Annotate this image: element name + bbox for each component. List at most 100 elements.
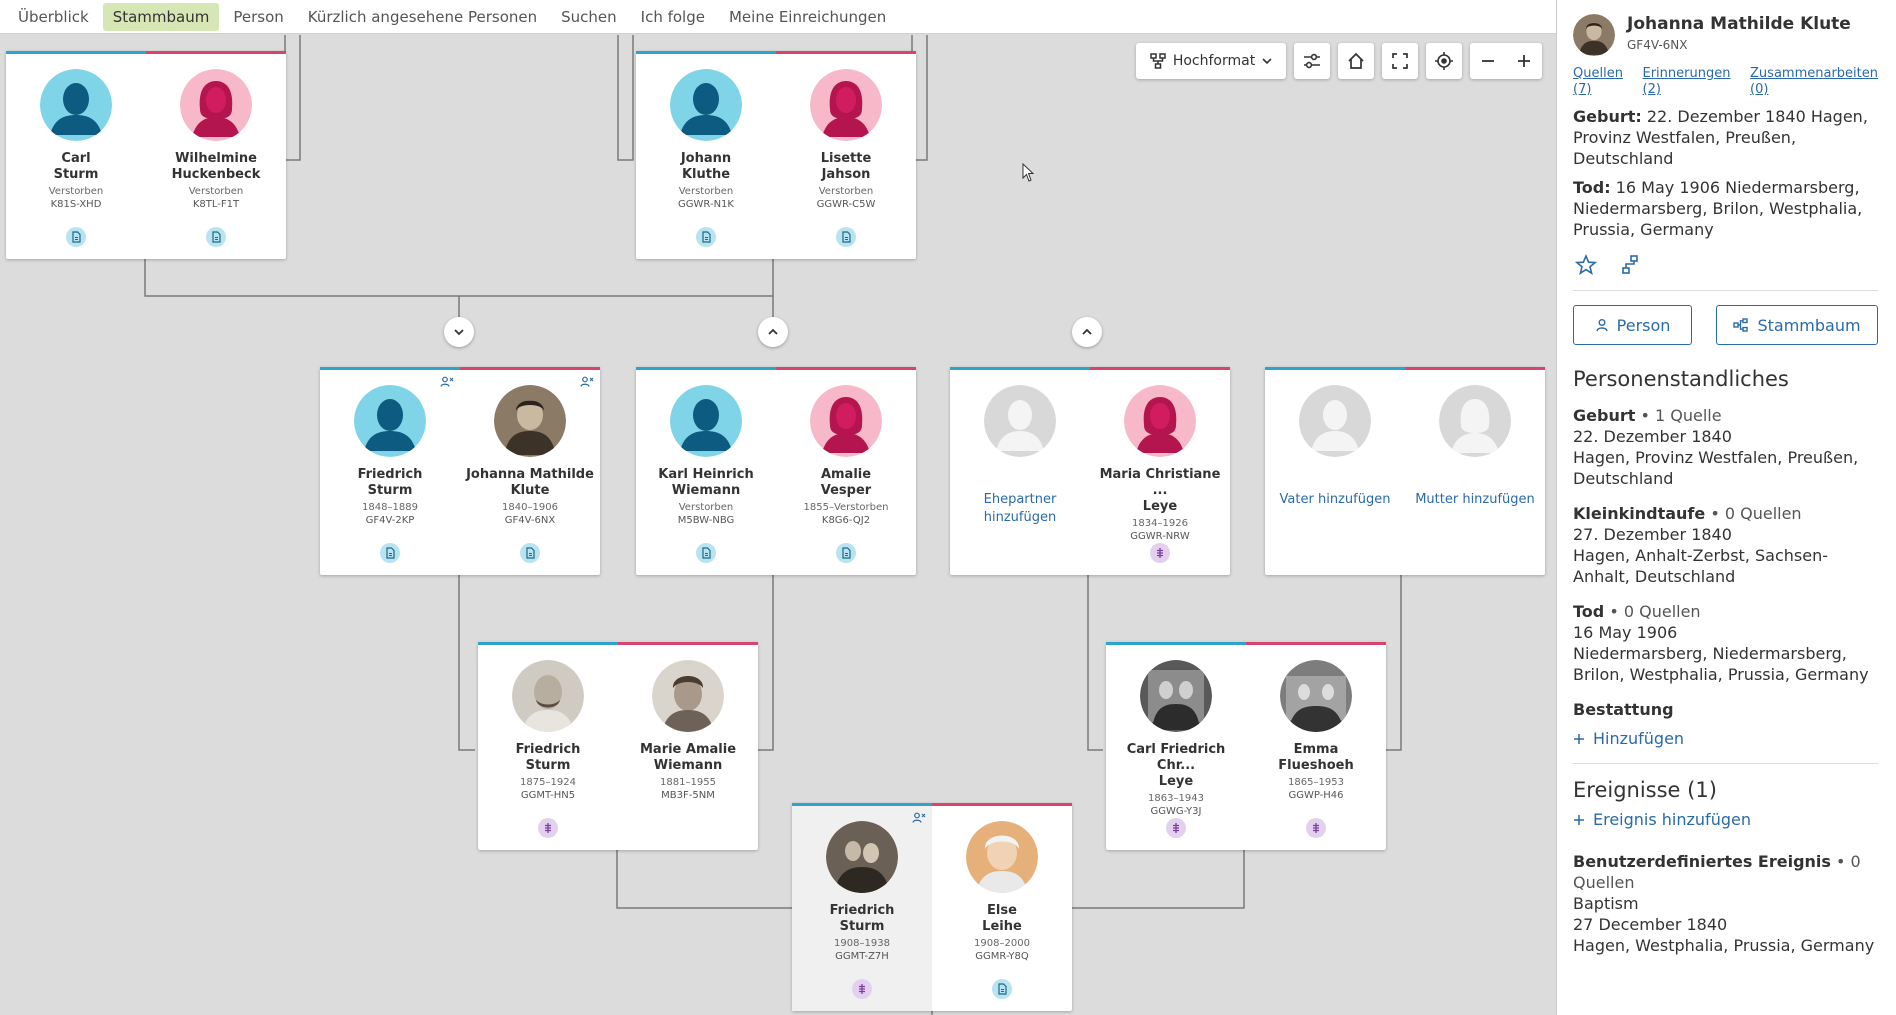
document-icon bbox=[70, 231, 82, 243]
person-tile[interactable]: Carl Friedrich Chr... Leye 1863–1943 GGWG… bbox=[1106, 660, 1246, 817]
collapse-parents-button[interactable] bbox=[444, 317, 474, 347]
person-tile[interactable]: Johanna Mathilde Klute 1840–1906 GF4V-6NX bbox=[460, 385, 600, 526]
memories-count: (2) bbox=[1642, 82, 1661, 97]
add-burial-button[interactable]: Hinzufügen bbox=[1573, 728, 1878, 749]
couple-card[interactable]: Ehepartner hinzufügen Maria Christiane .… bbox=[950, 367, 1230, 575]
person-surname: Flueshoeh bbox=[1278, 758, 1354, 773]
sources-link[interactable]: Quellen (7) bbox=[1573, 66, 1623, 98]
couple-card[interactable]: Friedrich Sturm 1875–1924 GGMT-HN5 Marie … bbox=[478, 642, 758, 850]
star-icon[interactable] bbox=[1575, 254, 1597, 276]
birth-label: Geburt: bbox=[1573, 107, 1642, 126]
custom-event-date: 27 December 1840 bbox=[1573, 915, 1728, 934]
fullscreen-button[interactable] bbox=[1382, 43, 1418, 79]
female-bar bbox=[1090, 367, 1230, 370]
person-photo[interactable] bbox=[1573, 14, 1615, 56]
person-tile[interactable]: Friedrich Sturm 1848–1889 GF4V-2KP bbox=[320, 385, 460, 526]
filter-settings-button[interactable] bbox=[1294, 43, 1330, 79]
chevron-down-icon bbox=[454, 329, 464, 336]
male-avatar-icon bbox=[670, 385, 742, 457]
panel-person-id: GF4V-6NX bbox=[1627, 38, 1688, 52]
add-mother-tile[interactable]: Mutter hinzufügen bbox=[1405, 385, 1545, 509]
nav-search[interactable]: Suchen bbox=[551, 3, 627, 31]
couple-card[interactable]: Johann Kluthe Verstorben GGWR-N1K Lisette… bbox=[636, 51, 916, 259]
tree-layout-icon bbox=[1150, 53, 1166, 69]
custom-event[interactable]: Benutzerdefiniertes Ereignis • 0 Quellen… bbox=[1573, 851, 1878, 956]
add-event-button[interactable]: Ereignis hinzufügen bbox=[1573, 810, 1878, 829]
top-navigation: Überblick Stammbaum Person Kürzlich ange… bbox=[0, 0, 1556, 34]
record-hint-button[interactable] bbox=[380, 543, 400, 563]
nav-tree[interactable]: Stammbaum bbox=[102, 2, 220, 31]
male-bar bbox=[478, 642, 618, 645]
birth-summary: Geburt: 22. Dezember 1840 Hagen, Provinz… bbox=[1573, 106, 1878, 169]
research-hint-button[interactable] bbox=[1306, 818, 1326, 838]
record-hint-button[interactable] bbox=[66, 227, 86, 247]
chevron-up-icon bbox=[768, 328, 778, 335]
person-tile[interactable]: Friedrich Sturm 1875–1924 GGMT-HN5 bbox=[478, 660, 618, 801]
person-tile[interactable]: Maria Christiane ... Leye 1834–1926 GGWR-… bbox=[1090, 385, 1230, 542]
zoom-out-icon[interactable] bbox=[1480, 53, 1496, 69]
panel-person-name[interactable]: Johanna Mathilde Klute bbox=[1627, 14, 1851, 34]
record-hint-button[interactable] bbox=[696, 227, 716, 247]
add-mother-link[interactable]: Mutter hinzufügen bbox=[1405, 491, 1545, 509]
nav-overview[interactable]: Überblick bbox=[8, 3, 99, 31]
death-label: Tod: bbox=[1573, 178, 1611, 197]
add-father-link[interactable]: Vater hinzufügen bbox=[1265, 491, 1405, 509]
record-hint-button[interactable] bbox=[520, 543, 540, 563]
tree-canvas[interactable]: Hochformat Carl Sturm Verstorben K81S-XH… bbox=[0, 35, 1556, 1015]
zoom-controls bbox=[1470, 43, 1542, 79]
memories-link[interactable]: Erinnerungen (2) bbox=[1643, 66, 1731, 98]
record-hint-button[interactable] bbox=[836, 227, 856, 247]
research-hint-button[interactable] bbox=[1166, 818, 1186, 838]
nav-submissions[interactable]: Meine Einreichungen bbox=[719, 3, 896, 31]
recenter-button[interactable] bbox=[1426, 43, 1462, 79]
expand-parents-button[interactable] bbox=[1072, 317, 1102, 347]
record-hint-button[interactable] bbox=[836, 543, 856, 563]
layout-dropdown[interactable]: Hochformat bbox=[1136, 43, 1286, 79]
hint-icon bbox=[1170, 822, 1182, 834]
view-person-button[interactable]: Person bbox=[1573, 305, 1693, 345]
person-tile[interactable]: Carl Sturm Verstorben K81S-XHD bbox=[6, 69, 146, 210]
relationship-icon[interactable] bbox=[1619, 254, 1641, 276]
collaborations-link[interactable]: Zusammenarbeiten (0) bbox=[1750, 66, 1878, 98]
add-spouse-link[interactable]: Ehepartner hinzufügen bbox=[950, 491, 1090, 527]
person-tile[interactable]: Karl Heinrich Wiemann Verstorben M5BW-NBG bbox=[636, 385, 776, 526]
person-surname: Sturm bbox=[367, 483, 413, 498]
person-tile[interactable]: Else Leihe 1908–2000 GGMR-Y8Q bbox=[932, 821, 1072, 962]
person-tile[interactable]: Wilhelmine Huckenbeck Verstorben K8TL-F1T bbox=[146, 69, 286, 210]
person-tile[interactable]: Emma Flueshoeh 1865–1953 GGWP-H46 bbox=[1246, 660, 1386, 801]
home-button[interactable] bbox=[1338, 43, 1374, 79]
add-father-tile[interactable]: Vater hinzufügen bbox=[1265, 385, 1405, 509]
person-photo bbox=[1280, 660, 1352, 732]
couple-card[interactable]: Karl Heinrich Wiemann Verstorben M5BW-NBG… bbox=[636, 367, 916, 575]
person-tile[interactable]: Johann Kluthe Verstorben GGWR-N1K bbox=[636, 69, 776, 210]
vital-christening[interactable]: Kleinkindtaufe • 0 Quellen 27. Dezember … bbox=[1573, 503, 1878, 587]
couple-card[interactable]: Friedrich Sturm 1908–1938 GGMT-Z7H Else Le… bbox=[792, 803, 1072, 1011]
record-hint-button[interactable] bbox=[992, 979, 1012, 999]
nav-following[interactable]: Ich folge bbox=[631, 3, 715, 31]
zoom-in-icon[interactable] bbox=[1516, 53, 1532, 69]
expand-parents-button[interactable] bbox=[758, 317, 788, 347]
person-tile[interactable]: Friedrich Sturm 1908–1938 GGMT-Z7H bbox=[792, 821, 932, 962]
person-tile[interactable]: Marie Amalie Wiemann 1881–1955 MB3F-5NM bbox=[618, 660, 758, 801]
chevron-up-icon bbox=[1082, 328, 1092, 335]
male-bar bbox=[320, 367, 460, 370]
vital-death[interactable]: Tod • 0 Quellen 16 May 1906 Niedermarsbe… bbox=[1573, 601, 1878, 685]
research-hint-button[interactable] bbox=[852, 979, 872, 999]
couple-card[interactable]: Friedrich Sturm 1848–1889 GF4V-2KP Johann… bbox=[320, 367, 600, 575]
research-hint-button[interactable] bbox=[1150, 543, 1170, 563]
record-hint-button[interactable] bbox=[696, 543, 716, 563]
couple-card[interactable]: Carl Sturm Verstorben K81S-XHD Wilhelmine… bbox=[6, 51, 286, 259]
couple-card[interactable]: Vater hinzufügen Mutter hinzufügen bbox=[1265, 367, 1545, 575]
add-spouse-tile[interactable]: Ehepartner hinzufügen bbox=[950, 385, 1090, 527]
layout-label: Hochformat bbox=[1172, 53, 1256, 69]
view-tree-button[interactable]: Stammbaum bbox=[1716, 305, 1878, 345]
nav-person[interactable]: Person bbox=[223, 3, 293, 31]
couple-card[interactable]: Carl Friedrich Chr... Leye 1863–1943 GGWG… bbox=[1106, 642, 1386, 850]
vital-birth[interactable]: Geburt • 1 Quelle 22. Dezember 1840 Hage… bbox=[1573, 405, 1878, 489]
person-tile[interactable]: Amalie Vesper 1855–Verstorben K8G6-QJ2 bbox=[776, 385, 916, 526]
record-hint-button[interactable] bbox=[206, 227, 226, 247]
nav-recent[interactable]: Kürzlich angesehene Personen bbox=[298, 3, 547, 31]
research-hint-button[interactable] bbox=[538, 818, 558, 838]
collaborations-link-label: Zusammenarbeiten bbox=[1750, 66, 1878, 81]
person-tile[interactable]: Lisette Jahson Verstorben GGWR-C5W bbox=[776, 69, 916, 210]
